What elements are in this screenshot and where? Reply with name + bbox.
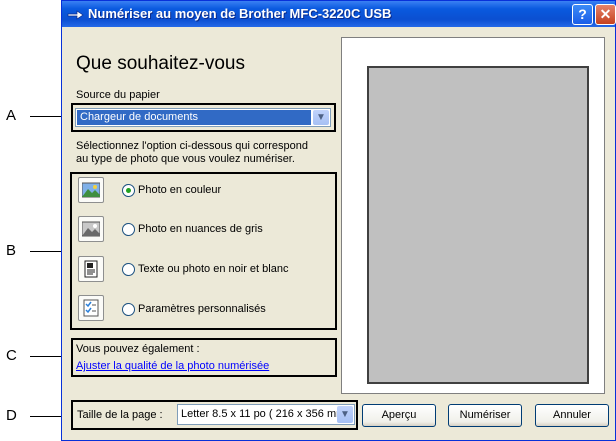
page-size-select[interactable]: Letter 8.5 x 11 po ( 216 x 356 mm ▼: [177, 404, 355, 425]
radio-custom-settings[interactable]: [122, 303, 135, 316]
color-photo-icon[interactable]: [78, 177, 104, 203]
instructions-line-1: Sélectionnez l'option ci-dessous qui cor…: [76, 140, 309, 152]
page-title: Que souhaitez-vous: [76, 53, 245, 74]
close-button[interactable]: ✕: [595, 4, 616, 25]
option-label-bw-text[interactable]: Texte ou photo en noir et blanc: [138, 263, 288, 275]
page-size-value: Letter 8.5 x 11 po ( 216 x 356 mm: [181, 408, 337, 420]
preview-pane: [341, 37, 605, 394]
option-label-color-photo[interactable]: Photo en couleur: [138, 184, 221, 196]
option-label-grayscale-photo[interactable]: Photo en nuances de gris: [138, 223, 263, 235]
custom-settings-icon[interactable]: [78, 295, 104, 321]
paper-source-label: Source du papier: [76, 89, 160, 101]
title-bar[interactable]: Numériser au moyen de Brother MFC-3220C …: [62, 1, 616, 27]
option-label-custom-settings[interactable]: Paramètres personnalisés: [138, 303, 266, 315]
page-size-label: Taille de la page :: [77, 409, 163, 421]
callout-c: C: [6, 347, 17, 364]
radio-color-photo[interactable]: [122, 184, 135, 197]
also-label: Vous pouvez également :: [76, 343, 200, 355]
bw-text-icon[interactable]: [78, 256, 104, 282]
scanner-icon: [67, 6, 85, 22]
grayscale-photo-icon[interactable]: [78, 216, 104, 242]
preview-page: [367, 66, 589, 384]
callout-a: A: [6, 107, 17, 124]
cancel-button[interactable]: Annuler: [535, 404, 609, 427]
scan-button[interactable]: Numériser: [448, 404, 522, 427]
chevron-down-icon[interactable]: ▼: [313, 110, 329, 125]
adjust-quality-link[interactable]: Ajuster la qualité de la photo numérisée: [76, 360, 269, 372]
radio-grayscale-photo[interactable]: [122, 223, 135, 236]
chevron-down-icon[interactable]: ▼: [337, 406, 353, 423]
callout-d: D: [6, 407, 17, 424]
window-title: Numériser au moyen de Brother MFC-3220C …: [88, 6, 392, 21]
paper-source-select[interactable]: Chargeur de documents ▼: [75, 108, 331, 127]
scan-dialog: Numériser au moyen de Brother MFC-3220C …: [61, 0, 616, 441]
preview-button[interactable]: Aperçu: [362, 404, 436, 427]
radio-bw-text[interactable]: [122, 263, 135, 276]
help-button[interactable]: ?: [572, 4, 593, 25]
callout-b: B: [6, 242, 17, 259]
paper-source-value: Chargeur de documents: [77, 110, 311, 125]
instructions-line-2: au type de photo que vous voulez numéris…: [76, 153, 295, 165]
